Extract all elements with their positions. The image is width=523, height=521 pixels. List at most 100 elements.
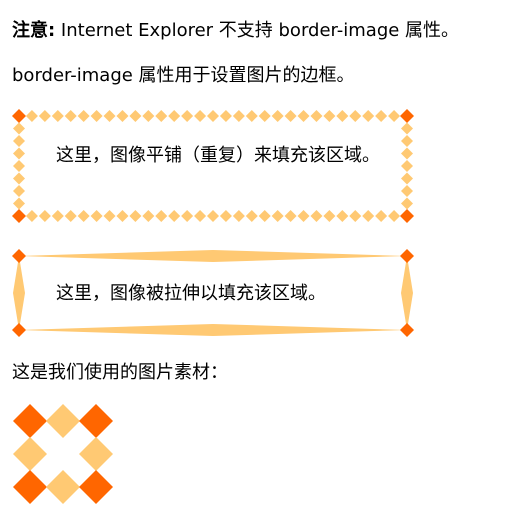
round-edge-tile bbox=[13, 185, 25, 197]
round-edge-tile bbox=[219, 210, 232, 222]
stretch-corner-tile bbox=[12, 323, 26, 337]
round-edge-tile bbox=[13, 160, 25, 172]
round-edge-tile bbox=[13, 122, 25, 135]
round-edge-tile bbox=[207, 210, 219, 222]
material-corner-diamond bbox=[79, 470, 113, 504]
round-edge-tile bbox=[401, 135, 413, 147]
round-edge-tile bbox=[90, 110, 103, 122]
round-edge-tile bbox=[13, 147, 25, 160]
round-edge-tile bbox=[13, 197, 25, 210]
round-edge-tile bbox=[388, 210, 401, 222]
round-edge-tile bbox=[155, 210, 168, 222]
stretch-corner-tile bbox=[400, 249, 414, 263]
round-corner-tile bbox=[400, 209, 414, 223]
round-edge-tile bbox=[181, 110, 194, 122]
intro-paragraph: border-image 属性用于设置图片的边框。 bbox=[12, 65, 355, 86]
round-corner-tile bbox=[400, 109, 414, 123]
material-edge-diamond bbox=[79, 437, 113, 471]
round-edge-tile bbox=[401, 160, 413, 172]
round-edge-tile bbox=[375, 210, 388, 222]
round-edge-tile bbox=[245, 110, 258, 122]
round-edge-tile bbox=[297, 210, 310, 222]
round-edge-tile bbox=[323, 210, 336, 222]
round-edge-tile bbox=[51, 210, 64, 222]
stretch-corner-tile bbox=[12, 249, 26, 263]
round-edge-tile bbox=[310, 110, 323, 122]
round-edge-tile bbox=[129, 110, 142, 122]
round-edge-tile bbox=[13, 135, 25, 147]
materials-caption: 这是我们使用的图片素材： bbox=[12, 362, 228, 383]
round-edge-tile bbox=[194, 210, 207, 222]
round-edge-tile bbox=[116, 110, 129, 122]
round-edge-tile bbox=[284, 110, 297, 122]
round-edge-tile bbox=[323, 110, 336, 122]
round-edge-tile bbox=[375, 110, 388, 122]
round-box-text: 这里，图像平铺（重复）来填充该区域。 bbox=[56, 145, 380, 166]
round-edge-tile bbox=[401, 172, 413, 185]
round-corner-tile bbox=[12, 109, 26, 123]
round-edge-tile bbox=[155, 110, 168, 122]
stretch-edge-top bbox=[19, 250, 407, 262]
material-corner-diamond bbox=[13, 470, 47, 504]
note-paragraph: 注意: Internet Explorer 不支持 border-image 属… bbox=[12, 19, 459, 43]
border-image-round-box: 这里，图像平铺（重复）来填充该区域。 bbox=[12, 109, 414, 223]
round-edge-tile bbox=[401, 185, 413, 197]
stretch-box-text: 这里，图像被拉伸以填充该区域。 bbox=[56, 283, 326, 304]
round-edge-tile bbox=[64, 210, 77, 222]
round-edge-tile bbox=[401, 147, 413, 160]
round-edge-tile bbox=[336, 110, 349, 122]
material-corner-diamond bbox=[13, 404, 47, 438]
round-edge-tile bbox=[25, 110, 38, 122]
round-edge-tile bbox=[168, 210, 181, 222]
round-edge-tile bbox=[271, 210, 284, 222]
round-edge-tile bbox=[168, 110, 181, 122]
stretch-edge-left bbox=[13, 256, 25, 330]
round-edge-tile bbox=[142, 110, 155, 122]
material-edge-diamond bbox=[46, 404, 80, 438]
round-edge-tile bbox=[77, 110, 90, 122]
round-edge-tile bbox=[129, 210, 142, 222]
round-edge-tile bbox=[103, 110, 116, 122]
material-corner-diamond bbox=[79, 404, 113, 438]
round-edge-tile bbox=[38, 210, 51, 222]
stretch-corner-tile bbox=[400, 323, 414, 337]
round-edge-tile bbox=[362, 110, 375, 122]
material-edge-diamond bbox=[46, 470, 80, 504]
round-edge-tile bbox=[245, 210, 258, 222]
round-edge-tile bbox=[284, 210, 297, 222]
round-edge-tile bbox=[349, 210, 362, 222]
round-edge-tile bbox=[64, 110, 77, 122]
round-edge-tile bbox=[90, 210, 103, 222]
round-edge-tile bbox=[103, 210, 116, 222]
round-edge-tile bbox=[219, 110, 232, 122]
round-edge-tile bbox=[38, 110, 51, 122]
stretch-edge-bottom bbox=[19, 324, 407, 336]
note-label: 注意: bbox=[12, 20, 56, 41]
round-edge-tile bbox=[297, 110, 310, 122]
round-edge-tile bbox=[258, 210, 271, 222]
material-edge-diamond bbox=[13, 437, 47, 471]
round-edge-tile bbox=[232, 210, 245, 222]
round-edge-tile bbox=[310, 210, 323, 222]
round-edge-tile bbox=[388, 110, 401, 122]
round-edge-tile bbox=[116, 210, 129, 222]
round-edge-tile bbox=[401, 197, 413, 210]
round-edge-tile bbox=[13, 172, 25, 185]
round-edge-tile bbox=[232, 110, 245, 122]
round-corner-tile bbox=[12, 209, 26, 223]
border-image-stretch-box: 这里，图像被拉伸以填充该区域。 bbox=[12, 249, 414, 337]
note-text: Internet Explorer 不支持 border-image 属性。 bbox=[55, 20, 460, 41]
round-edge-tile bbox=[77, 210, 90, 222]
round-edge-tile bbox=[142, 210, 155, 222]
round-edge-tile bbox=[51, 110, 64, 122]
round-edge-tile bbox=[181, 210, 194, 222]
stretch-edge-right bbox=[401, 256, 413, 330]
round-edge-tile bbox=[271, 110, 284, 122]
round-edge-tile bbox=[336, 210, 349, 222]
round-edge-tile bbox=[401, 122, 413, 135]
round-edge-tile bbox=[25, 210, 38, 222]
round-edge-tile bbox=[207, 110, 219, 122]
round-edge-tile bbox=[194, 110, 207, 122]
round-edge-tile bbox=[362, 210, 375, 222]
round-edge-tile bbox=[349, 110, 362, 122]
